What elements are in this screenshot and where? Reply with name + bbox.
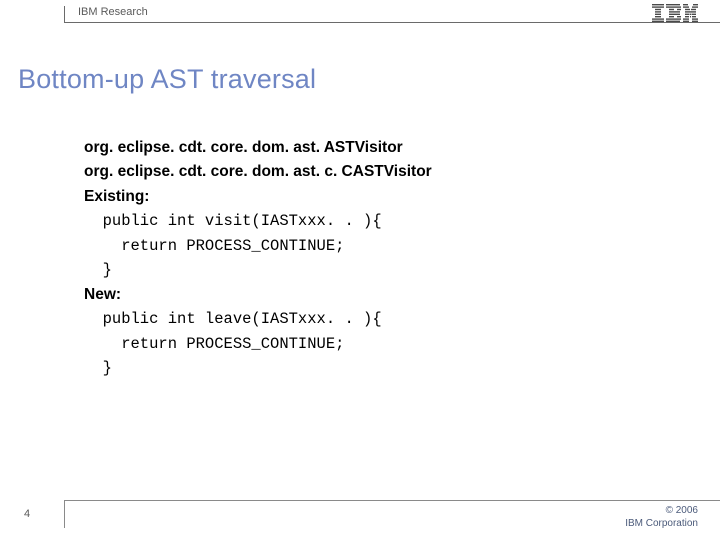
copyright-year: © 2006: [625, 504, 698, 517]
header-rule: [64, 22, 720, 23]
ibm-logo-icon: [652, 4, 698, 27]
content-existing-code-3: }: [84, 258, 432, 282]
copyright-org: IBM Corporation: [625, 517, 698, 530]
footer-divider: [64, 500, 65, 528]
content-existing-code-1: public int visit(IASTxxx. . ){: [84, 209, 432, 233]
footer-rule: [64, 500, 720, 501]
page-number: 4: [24, 508, 30, 520]
header-label: IBM Research: [78, 6, 148, 18]
content-new-code-2: return PROCESS_CONTINUE;: [84, 332, 432, 356]
slide-header: IBM Research: [0, 0, 720, 36]
content-new-label: New:: [84, 283, 432, 307]
content-existing-label: Existing:: [84, 185, 432, 209]
content-new-code-3: }: [84, 356, 432, 380]
slide-title: Bottom-up AST traversal: [18, 64, 316, 95]
slide-footer: 4 © 2006 IBM Corporation: [0, 492, 720, 540]
content-class-2: org. eclipse. cdt. core. dom. ast. c. CA…: [84, 160, 432, 184]
copyright: © 2006 IBM Corporation: [625, 504, 698, 530]
content-existing-code-2: return PROCESS_CONTINUE;: [84, 234, 432, 258]
slide-content: org. eclipse. cdt. core. dom. ast. ASTVi…: [84, 136, 432, 381]
content-new-code-1: public int leave(IASTxxx. . ){: [84, 307, 432, 331]
content-class-1: org. eclipse. cdt. core. dom. ast. ASTVi…: [84, 136, 432, 160]
header-divider: [64, 6, 65, 23]
